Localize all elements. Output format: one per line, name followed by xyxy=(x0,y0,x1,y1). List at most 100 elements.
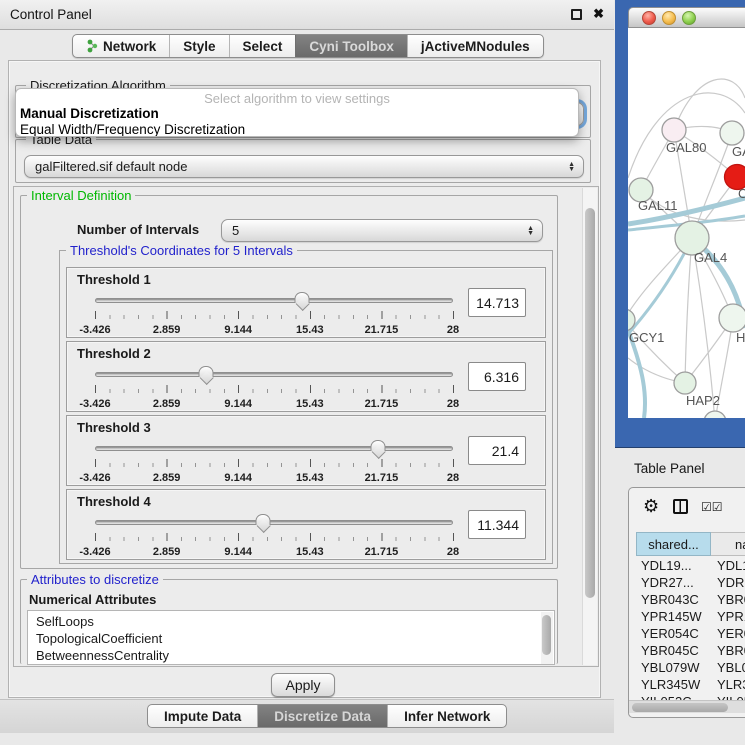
settings-scroll-area: Interval Definition Number of Intervals … xyxy=(13,186,599,667)
tick-label: 9.144 xyxy=(224,324,252,336)
cell-name: YER05 xyxy=(717,626,745,641)
list-scrollbar[interactable] xyxy=(541,612,553,665)
dropdown-hint: Select algorithm to view settings xyxy=(16,91,578,106)
list-item[interactable]: TopologicalCoefficient xyxy=(36,630,554,647)
scrollbar-thumb[interactable] xyxy=(585,208,595,598)
numerical-attributes-label: Numerical Attributes xyxy=(29,592,156,607)
close-traffic-light[interactable] xyxy=(642,11,656,25)
horizontal-scrollbar[interactable] xyxy=(629,700,745,713)
network-canvas[interactable]: GAL80 GA C GAL11 GAL4 GCY1 H HAP2 xyxy=(628,28,745,418)
slider-track[interactable] xyxy=(95,520,453,525)
threshold-1-panel: Threshold 1 -3.426 2.859 9.144 15.43 21.… xyxy=(66,267,546,338)
tab-label: Select xyxy=(243,39,283,54)
list-item[interactable]: BetweennessCentrality xyxy=(36,647,554,664)
interval-definition-group: Interval Definition Number of Intervals … xyxy=(20,195,558,569)
cyni-toolbox-panel: Discretization Algorithm Select algorith… xyxy=(8,60,601,698)
algorithm-dropdown-popup: Select algorithm to view settings Manual… xyxy=(15,88,579,137)
tick-label: 28 xyxy=(447,324,459,336)
node-gal80[interactable] xyxy=(662,118,686,142)
close-icon[interactable]: ✖ xyxy=(593,6,604,22)
tab-select[interactable]: Select xyxy=(229,35,296,57)
checkbox-icons[interactable]: ☑☑ xyxy=(701,500,723,514)
tick-label: 2.859 xyxy=(153,324,181,336)
tick-label: 28 xyxy=(447,398,459,410)
slider-ticks xyxy=(95,459,453,468)
table-row[interactable]: YLR345W YLR34 xyxy=(629,677,745,694)
tab-cyni-toolbox[interactable]: Cyni Toolbox xyxy=(295,35,407,57)
zoom-traffic-light[interactable] xyxy=(682,11,696,25)
tick-label: 2.859 xyxy=(153,546,181,558)
slider-thumb[interactable] xyxy=(370,440,385,451)
scrollbar-thumb[interactable] xyxy=(542,615,551,655)
node-h[interactable] xyxy=(719,304,745,332)
table-row[interactable]: YPR145W YPR14 xyxy=(629,609,745,626)
table-row[interactable]: YER054C YER05 xyxy=(629,626,745,643)
table-header-row: shared... name xyxy=(629,532,745,556)
list-item[interactable]: SelfLoops xyxy=(36,613,554,630)
slider-track[interactable] xyxy=(95,298,453,303)
node-label-hap2: HAP2 xyxy=(686,393,720,408)
table-row[interactable]: YBR045C YBR04 xyxy=(629,643,745,660)
cell-name: YBR04 xyxy=(717,592,745,607)
node-hap2[interactable] xyxy=(674,372,696,394)
columns-icon[interactable] xyxy=(673,499,688,514)
column-header-name[interactable]: name xyxy=(711,532,745,556)
slider-ticks xyxy=(95,385,453,394)
tick-label: 21.715 xyxy=(365,472,399,484)
tab-infer-network[interactable]: Infer Network xyxy=(387,705,506,727)
scrollbar-thumb[interactable] xyxy=(632,703,728,712)
slider-thumb[interactable] xyxy=(294,292,309,303)
cell-shared: YPR145W xyxy=(641,609,711,624)
float-window-icon[interactable] xyxy=(571,9,582,20)
tick-label: 15.43 xyxy=(296,324,324,336)
table-row[interactable]: YBL079W YBL07 xyxy=(629,660,745,677)
tick-label: 9.144 xyxy=(224,398,252,410)
attributes-to-discretize-group: Attributes to discretize Numerical Attri… xyxy=(20,579,558,664)
tab-jactivemnodules[interactable]: jActiveMNodules xyxy=(407,35,543,57)
number-of-intervals-combobox[interactable]: 5 ▲▼ xyxy=(221,219,543,242)
tab-label: Impute Data xyxy=(164,709,241,724)
network-window-titlebar[interactable] xyxy=(628,7,745,28)
bottom-tab-strip: Impute Data Discretize Data Infer Networ… xyxy=(0,699,614,733)
minimize-traffic-light[interactable] xyxy=(662,11,676,25)
combobox-value: 5 xyxy=(232,223,239,238)
slider-thumb[interactable] xyxy=(198,366,213,377)
tick-label: 15.43 xyxy=(296,546,324,558)
slider-track[interactable] xyxy=(95,446,453,451)
tick-label: 2.859 xyxy=(153,398,181,410)
combobox-arrows-icon: ▲▼ xyxy=(527,226,534,236)
column-header-shared[interactable]: shared... xyxy=(636,532,711,556)
slider-thumb[interactable] xyxy=(256,514,271,525)
threshold-1-value-field[interactable]: 14.713 xyxy=(468,288,526,317)
slider-ticks xyxy=(95,311,453,320)
threshold-3-value-field[interactable]: 21.4 xyxy=(468,436,526,465)
table-row[interactable]: YBR043C YBR04 xyxy=(629,592,745,609)
combobox-arrows-icon: ▲▼ xyxy=(568,162,575,172)
tab-discretize-data[interactable]: Discretize Data xyxy=(257,705,387,727)
tab-network[interactable]: Network xyxy=(73,35,169,57)
tab-impute-data[interactable]: Impute Data xyxy=(148,705,257,727)
apply-button[interactable]: Apply xyxy=(271,673,335,697)
table-panel-window: ⚙ ☑☑ shared... name YDL19... YDL19 YDR27… xyxy=(628,487,745,718)
gear-icon[interactable]: ⚙ xyxy=(643,497,659,515)
slider-track[interactable] xyxy=(95,372,453,377)
node-bottom[interactable] xyxy=(704,411,726,418)
table-data-combobox[interactable]: galFiltered.sif default node ▲▼ xyxy=(24,155,584,178)
top-tab-bar: Network Style Select Cyni Toolbox jActiv… xyxy=(72,34,544,58)
dropdown-option-manual-discretization[interactable]: Manual Discretization xyxy=(20,106,159,121)
tick-label: 21.715 xyxy=(365,546,399,558)
vertical-scrollbar[interactable] xyxy=(582,188,597,665)
table-row[interactable]: YDR27... YDR27 xyxy=(629,575,745,592)
cell-shared: YBL079W xyxy=(641,660,711,675)
bottom-tab-bar: Impute Data Discretize Data Infer Networ… xyxy=(147,704,507,728)
control-panel-titlebar: Control Panel ✖ xyxy=(0,0,614,30)
threshold-2-value-field[interactable]: 6.316 xyxy=(468,362,526,391)
tab-style[interactable]: Style xyxy=(169,35,228,57)
threshold-4-value-field[interactable]: 11.344 xyxy=(468,510,526,539)
dropdown-option-equal-width-frequency[interactable]: Equal Width/Frequency Discretization xyxy=(20,122,245,137)
table-row[interactable]: YDL19... YDL19 xyxy=(629,558,745,575)
slider-tick-labels: -3.426 2.859 9.144 15.43 21.715 28 xyxy=(95,472,453,484)
cell-shared: YBR043C xyxy=(641,592,711,607)
threshold-label: Threshold 3 xyxy=(77,420,151,435)
node-top-right[interactable] xyxy=(720,121,744,145)
